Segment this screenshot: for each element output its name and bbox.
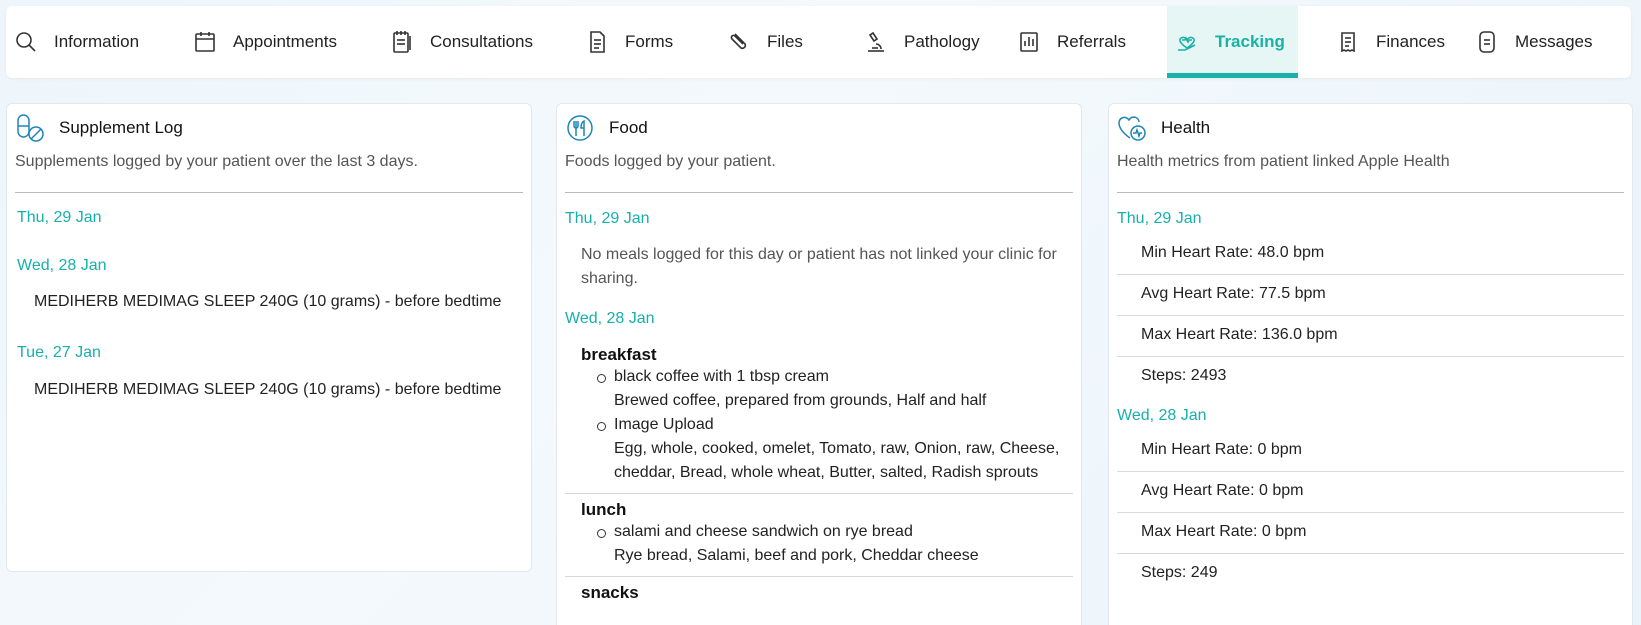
heart-hand-icon: [1175, 30, 1199, 54]
tab-appointments[interactable]: Appointments: [193, 6, 390, 78]
tab-referrals[interactable]: Referrals: [1017, 6, 1167, 78]
form-icon: [585, 30, 609, 54]
date-heading: Thu, 29 Jan: [1117, 210, 1202, 227]
message-doc-icon: [1475, 30, 1499, 54]
tab-consultations[interactable]: Consultations: [390, 6, 585, 78]
date-heading: Wed, 28 Jan: [17, 257, 107, 274]
meal-title: lunch: [581, 500, 627, 519]
date-heading: Thu, 29 Jan: [565, 210, 650, 227]
report-icon: [1017, 30, 1041, 54]
divider: [565, 192, 1073, 193]
metrics-list: Min Heart Rate: 0 bpm Avg Heart Rate: 0 …: [1109, 431, 1632, 595]
meal-item-detail: Egg, whole, cooked, omelet, Tomato, raw,…: [614, 440, 1060, 481]
tab-label: Tracking: [1215, 32, 1285, 51]
receipt-icon: [1336, 30, 1360, 54]
tab-label: Messages: [1515, 32, 1593, 51]
metric-row: Max Heart Rate: 136.0 bpm: [1117, 316, 1624, 357]
tab-forms[interactable]: Forms: [585, 6, 727, 78]
tab-label: Forms: [625, 32, 674, 51]
meal-item-detail: Brewed coffee, prepared from grounds, Ha…: [614, 392, 987, 409]
metric-row: Avg Heart Rate: 77.5 bpm: [1117, 275, 1624, 316]
meal-separator: [565, 493, 1073, 494]
tab-files[interactable]: Files: [727, 6, 864, 78]
panel-description: Supplements logged by your patient over …: [15, 153, 418, 170]
metric-row: Min Heart Rate: 48.0 bpm: [1117, 234, 1624, 275]
supplement-entry: MEDIHERB MEDIMAG SLEEP 240G (10 grams) -…: [34, 293, 502, 310]
panel-title: Supplement Log: [59, 118, 183, 137]
tab-label: Consultations: [430, 32, 534, 51]
meal-breakfast: breakfast black coffee with 1 tbsp cream…: [557, 345, 1081, 485]
date-heading: Wed, 28 Jan: [1117, 407, 1207, 424]
meal-items: black coffee with 1 tbsp cream Brewed co…: [557, 365, 1081, 485]
notepad-icon: [390, 30, 414, 54]
tab-finances[interactable]: Finances: [1298, 6, 1458, 78]
meal-item: black coffee with 1 tbsp cream Brewed co…: [597, 365, 1081, 413]
panel-header: Food: [557, 104, 1081, 144]
meal-item: Image Upload Egg, whole, cooked, omelet,…: [597, 413, 1081, 485]
metrics-list: Min Heart Rate: 48.0 bpm Avg Heart Rate:…: [1109, 234, 1632, 398]
meal-lunch: lunch salami and cheese sandwich on rye …: [557, 500, 1081, 568]
pill-icon: [15, 113, 45, 143]
metric-row: Min Heart Rate: 0 bpm: [1117, 431, 1624, 472]
meal-item-name: salami and cheese sandwich on rye bread: [614, 523, 913, 540]
metric-row: Steps: 2493: [1141, 367, 1227, 384]
calendar-icon: [193, 30, 217, 54]
tab-tracking[interactable]: Tracking: [1167, 6, 1298, 78]
panel-header: Health: [1109, 104, 1632, 144]
meal-title: snacks: [581, 583, 639, 602]
microscope-icon: [864, 30, 888, 54]
meal-item-name: black coffee with 1 tbsp cream: [614, 368, 829, 385]
tab-label: Pathology: [904, 32, 980, 51]
metric-row: Avg Heart Rate: 0 bpm: [1117, 472, 1624, 513]
metric-row: Max Heart Rate: 0 bpm: [1117, 513, 1624, 554]
meal-item-detail: Rye bread, Salami, beef and pork, Chedda…: [614, 547, 979, 564]
meal-snacks: snacks: [557, 583, 1081, 603]
metric-row: Steps: 249: [1141, 564, 1218, 581]
supplement-entry: MEDIHERB MEDIMAG SLEEP 240G (10 grams) -…: [34, 381, 502, 398]
meal-title: breakfast: [581, 345, 657, 364]
tab-messages[interactable]: Messages: [1458, 6, 1592, 78]
supplement-log-panel: Supplement Log Supplements logged by you…: [6, 103, 532, 572]
tab-label: Files: [767, 32, 803, 51]
heart-pulse-icon: [1117, 113, 1147, 143]
panel-description: Health metrics from patient linked Apple…: [1117, 153, 1450, 170]
tab-label: Finances: [1376, 32, 1445, 51]
date-heading: Tue, 27 Jan: [17, 344, 101, 361]
tab-information[interactable]: Information: [14, 6, 193, 78]
search-icon: [14, 30, 38, 54]
panel-description: Foods logged by your patient.: [565, 153, 776, 170]
food-panel: Food Foods logged by your patient. Thu, …: [556, 103, 1082, 625]
panel-title: Health: [1161, 118, 1211, 137]
meal-item: salami and cheese sandwich on rye bread …: [597, 520, 1081, 568]
divider: [1117, 192, 1624, 193]
panel-header: Supplement Log: [7, 104, 531, 144]
fork-knife-icon: [565, 113, 595, 143]
tab-label: Appointments: [233, 32, 337, 51]
tab-label: Information: [54, 32, 140, 51]
tab-bar: Information Appointments Consultations F…: [6, 6, 1631, 78]
empty-meals-message: No meals logged for this day or patient …: [581, 246, 1057, 287]
meal-item-name: Image Upload: [614, 416, 714, 433]
panel-title: Food: [609, 118, 648, 137]
tab-pathology[interactable]: Pathology: [864, 6, 1017, 78]
date-heading: Wed, 28 Jan: [565, 310, 655, 327]
tab-label: Referrals: [1057, 32, 1126, 51]
date-heading: Thu, 29 Jan: [17, 209, 102, 226]
divider: [15, 192, 523, 193]
meal-items: salami and cheese sandwich on rye bread …: [557, 520, 1081, 568]
meal-separator: [565, 576, 1073, 577]
health-panel: Health Health metrics from patient linke…: [1108, 103, 1633, 625]
paperclip-icon: [727, 30, 751, 54]
